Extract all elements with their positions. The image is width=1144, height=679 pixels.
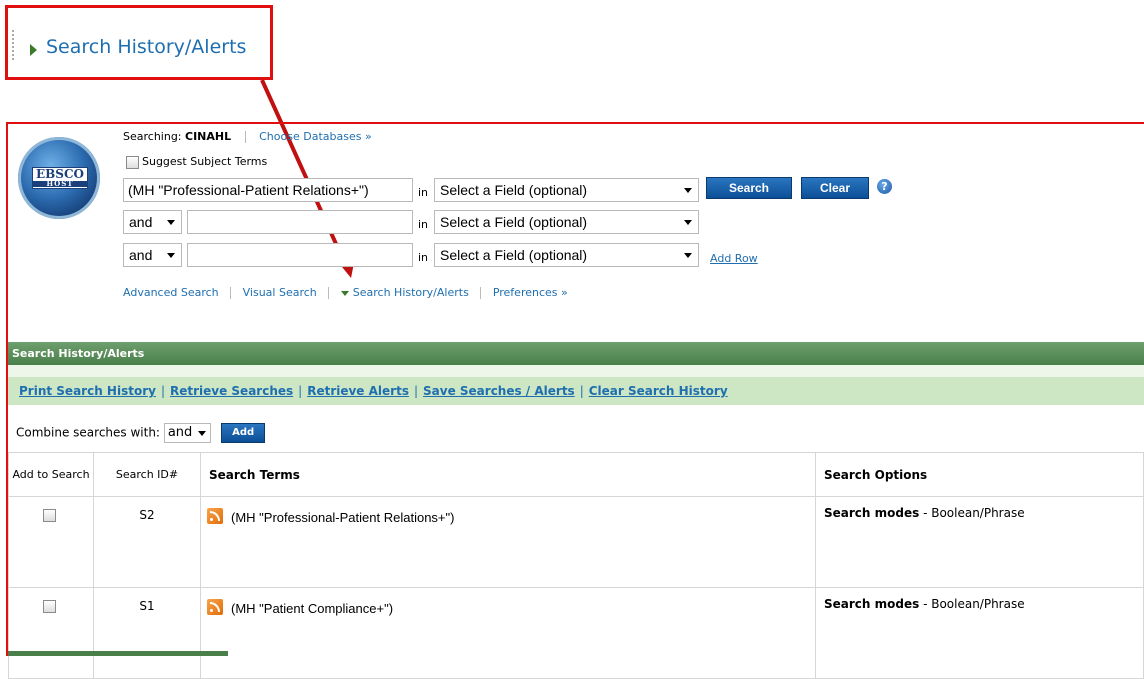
dropdown-arrow-icon xyxy=(684,220,692,225)
bool-select-value: and xyxy=(129,214,153,230)
col-id: Search ID# xyxy=(93,452,201,497)
rss-icon[interactable] xyxy=(207,599,223,615)
print-history-link[interactable]: Print Search History xyxy=(19,384,156,398)
search-options-cell: Search modes - Boolean/Phrase xyxy=(815,587,1144,679)
search-terms: (MH "Professional-Patient Relations+") xyxy=(231,510,455,525)
retrieve-searches-link[interactable]: Retrieve Searches xyxy=(170,384,293,398)
combine-select[interactable]: and xyxy=(163,423,212,443)
combine-label: Combine searches with: xyxy=(16,425,160,440)
searching-row: Searching: CINAHL Choose Databases » xyxy=(123,130,372,143)
dropdown-arrow-icon xyxy=(198,431,207,436)
dropdown-arrow-icon xyxy=(684,188,692,193)
search-modes-value: - Boolean/Phrase xyxy=(919,597,1025,611)
search-input-2[interactable] xyxy=(187,210,413,234)
history-panel-divider xyxy=(8,365,1144,377)
add-row-link[interactable]: Add Row xyxy=(710,252,758,265)
search-id: S2 xyxy=(93,496,201,588)
search-terms: (MH "Patient Compliance+") xyxy=(231,601,394,616)
suggest-terms-label: Suggest Subject Terms xyxy=(142,155,268,168)
advanced-search-link[interactable]: Advanced Search xyxy=(123,286,219,299)
in-label: in xyxy=(418,218,429,231)
ebsco-logo[interactable]: EBSCO HOST xyxy=(18,137,100,219)
row-select-cell xyxy=(8,496,94,588)
row-checkbox[interactable] xyxy=(43,600,56,613)
search-id: S1 xyxy=(93,587,201,679)
save-searches-link[interactable]: Save Searches / Alerts xyxy=(423,384,575,398)
combine-row: Combine searches with: and Add xyxy=(16,423,266,443)
col-options: Search Options xyxy=(815,452,1144,497)
suggest-terms-checkbox[interactable] xyxy=(126,155,139,169)
search-options-cell: Search modes - Boolean/Phrase xyxy=(815,496,1144,588)
search-input-3[interactable] xyxy=(187,243,413,267)
search-terms-cell: (MH "Professional-Patient Relations+") xyxy=(200,496,816,588)
field-select-value: Select a Field (optional) xyxy=(440,182,588,198)
dropdown-arrow-icon xyxy=(167,253,175,258)
field-select-value: Select a Field (optional) xyxy=(440,247,588,263)
row-select-cell xyxy=(8,587,94,679)
in-label: in xyxy=(418,186,429,199)
dropdown-arrow-icon xyxy=(167,220,175,225)
history-actions: Print Search History | Retrieve Searches | R… xyxy=(8,377,1144,405)
bottom-strip xyxy=(8,651,228,656)
search-history-link[interactable]: Search History/Alerts xyxy=(353,286,469,299)
search-button[interactable]: Search xyxy=(706,177,792,199)
row-checkbox[interactable] xyxy=(43,509,56,522)
preferences-link[interactable]: Preferences » xyxy=(493,286,568,299)
clear-history-link[interactable]: Clear Search History xyxy=(589,384,728,398)
combine-select-value: and xyxy=(167,425,193,440)
rss-icon[interactable] xyxy=(207,508,223,524)
dropdown-arrow-icon xyxy=(684,253,692,258)
logo-subtext: HOST xyxy=(33,180,87,187)
field-select-3[interactable]: Select a Field (optional) xyxy=(434,243,699,267)
table-row: S1 (MH "Patient Compliance+") Search mod… xyxy=(8,587,1144,679)
table-row: S2 (MH "Professional-Patient Relations+"… xyxy=(8,496,1144,588)
clear-button[interactable]: Clear xyxy=(801,177,869,199)
help-icon[interactable]: ? xyxy=(877,179,892,194)
searching-label: Searching: xyxy=(123,130,182,143)
bool-select-2[interactable]: and xyxy=(123,210,182,234)
col-terms: Search Terms xyxy=(200,452,816,497)
search-input-1[interactable]: (MH "Professional-Patient Relations+") xyxy=(123,178,413,202)
retrieve-alerts-link[interactable]: Retrieve Alerts xyxy=(307,384,409,398)
search-nav-links: Advanced Search Visual Search Search His… xyxy=(123,286,568,299)
table-header-row: Add to Search Search ID# Search Terms Se… xyxy=(8,452,1144,497)
history-panel-title: Search History/Alerts xyxy=(8,342,1144,365)
field-select-value: Select a Field (optional) xyxy=(440,214,588,230)
bool-select-value: and xyxy=(129,247,153,263)
col-add: Add to Search xyxy=(8,452,94,497)
search-modes-label: Search modes xyxy=(824,506,920,520)
database-name: CINAHL xyxy=(185,130,232,143)
bool-select-3[interactable]: and xyxy=(123,243,182,267)
in-label: in xyxy=(418,251,429,264)
field-select-2[interactable]: Select a Field (optional) xyxy=(434,210,699,234)
search-modes-label: Search modes xyxy=(824,597,920,611)
visual-search-link[interactable]: Visual Search xyxy=(243,286,317,299)
suggest-terms-row: Suggest Subject Terms xyxy=(126,155,267,169)
history-table: Add to Search Search ID# Search Terms Se… xyxy=(8,452,1144,679)
collapse-arrow-icon xyxy=(340,290,349,296)
add-button[interactable]: Add xyxy=(221,423,266,443)
field-select-1[interactable]: Select a Field (optional) xyxy=(434,178,699,202)
search-modes-value: - Boolean/Phrase xyxy=(919,506,1025,520)
search-terms-cell: (MH "Patient Compliance+") xyxy=(200,587,816,679)
choose-databases-link[interactable]: Choose Databases » xyxy=(259,130,372,143)
